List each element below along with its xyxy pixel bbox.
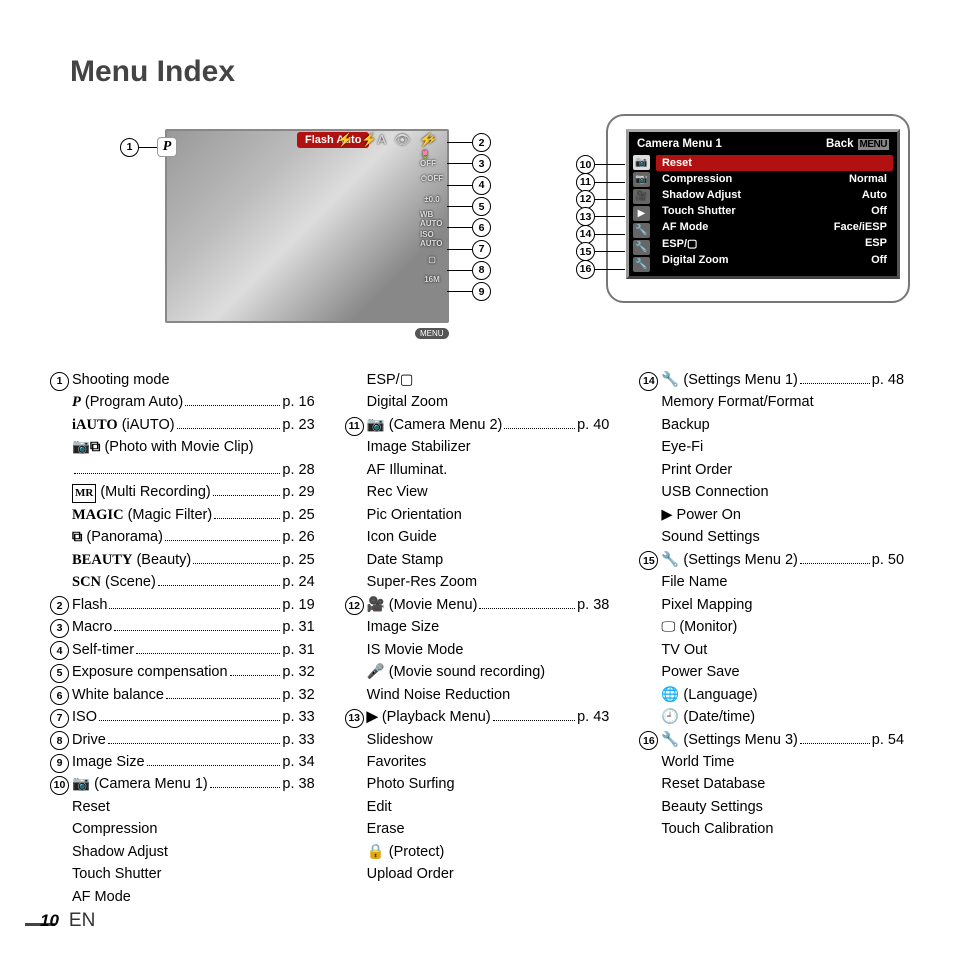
cm-title: Camera Menu 1 [637, 138, 722, 150]
cm-sidebar: 📷📷🎥▶🔧🔧🔧 [633, 155, 650, 272]
col-1: 1Shooting modeP (Program Auto) p. 16iAUT… [50, 369, 315, 908]
screen1: Flash Auto ⚡⚡A👁⚡ ⚡🌷OFF⏱OFF±0.0WB AUTOISO… [120, 129, 506, 329]
footer: 10 EN [40, 910, 95, 932]
col-3: 14🔧 (Settings Menu 1) p. 48Memory Format… [639, 369, 904, 908]
sample-photo [165, 129, 449, 323]
callout-1: 1 P [120, 137, 177, 157]
cm-menu-badge: MENU [858, 139, 889, 150]
index-columns: 1Shooting modeP (Program Auto) p. 16iAUT… [50, 369, 904, 908]
p-mode-icon: P [157, 137, 177, 157]
page-number: 10 [40, 911, 59, 931]
right-callouts: 23456789 [447, 132, 491, 302]
cm-back-label: Back [826, 138, 854, 150]
right-icons-strip: ⚡🌷OFF⏱OFF±0.0WB AUTOISO AUTO▢16M [420, 129, 444, 289]
page-title: Menu Index [70, 55, 904, 89]
cm-rows: ResetCompressionNormalShadow AdjustAutoT… [656, 155, 893, 272]
cm-callouts: 10111213141516 [576, 156, 625, 278]
figures: Flash Auto ⚡⚡A👁⚡ ⚡🌷OFF⏱OFF±0.0WB AUTOISO… [120, 129, 904, 329]
circle-1: 1 [120, 138, 139, 157]
col-2: ESP/▢Digital Zoom11📷 (Camera Menu 2) p. … [345, 369, 610, 908]
camera-menu-panel: Camera Menu 1 Back MENU 📷📷🎥▶🔧🔧🔧 ResetCom… [626, 129, 900, 279]
menu-badge: MENU [414, 327, 450, 340]
lang-code: EN [69, 910, 95, 932]
